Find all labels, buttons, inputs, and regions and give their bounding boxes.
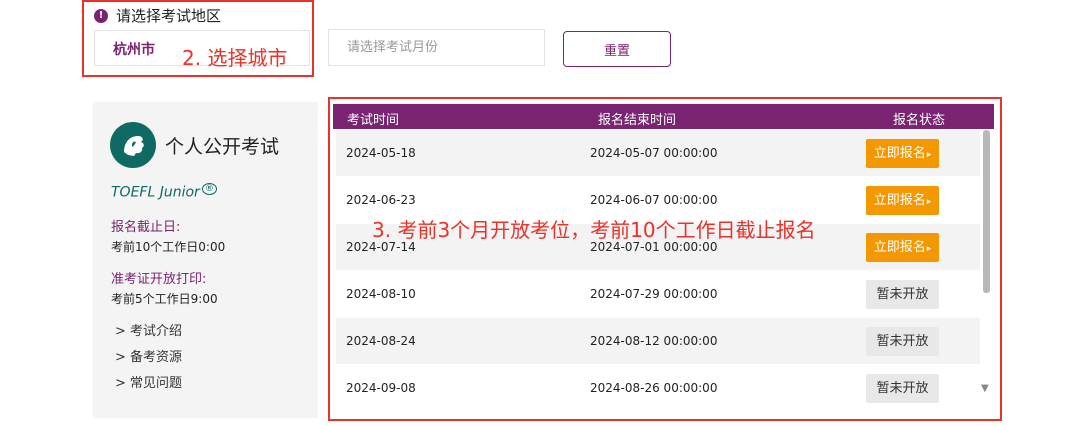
toefl-junior-logo-icon [110,122,156,168]
table-header: 考试时间 报名结束时间 报名状态 [333,104,994,129]
table-scrollbar[interactable] [983,130,990,293]
annotation-step-3: 3. 考前3个月开放考位，考前10个工作日截止报名 [372,218,816,242]
annotation-step-2: 2. 选择城市 [182,46,288,70]
city-select-value: 杭州市 [113,42,155,58]
panel-title: 个人公开考试 [165,136,280,158]
exam-date-cell: 2024-08-10 [346,287,416,301]
month-select[interactable] [328,29,545,66]
table-row: 2024-08-10 2024-07-29 00:00:00 暂未开放 [336,271,980,317]
table-row: 2024-09-08 2024-08-26 00:00:00 暂未开放 [336,365,980,411]
exam-date-cell: 2024-06-23 [346,193,416,207]
register-now-button[interactable]: 立即报名 [866,139,939,168]
region-warning: ! 请选择考试地区 [94,5,221,26]
product-name-text: TOEFL Junior [111,184,200,201]
header-registration-end: 报名结束时间 [598,113,677,128]
exam-date-cell: 2024-09-08 [346,381,416,395]
register-now-button[interactable]: 立即报名 [866,186,939,215]
ticket-print-value: 考前5个工作日9:00 [111,292,218,306]
not-open-badge: 暂未开放 [866,374,939,403]
header-status: 报名状态 [893,113,946,128]
header-exam-date: 考试时间 [347,113,400,128]
link-faq[interactable]: > 常见问题 [115,372,182,391]
table-row: 2024-05-18 2024-05-07 00:00:00 立即报名 [336,130,980,176]
end-time-cell: 2024-05-07 00:00:00 [590,146,718,160]
exam-info-panel: 个人公开考试 TOEFL Junior ® 报名截止日: 考前10个工作日0:00… [93,102,318,418]
not-open-badge: 暂未开放 [866,327,939,356]
deadline-value: 考前10个工作日0:00 [111,240,226,254]
table-row: 2024-08-24 2024-08-12 00:00:00 暂未开放 [336,318,980,364]
exam-date-cell: 2024-08-24 [346,334,416,348]
exclamation-icon: ! [94,8,108,23]
end-time-cell: 2024-08-26 00:00:00 [590,381,718,395]
ticket-print-label: 准考证开放打印: [111,272,207,287]
end-time-cell: 2024-07-29 00:00:00 [590,287,718,301]
scroll-down-arrow-icon[interactable]: ▼ [981,383,989,394]
register-now-button[interactable]: 立即报名 [866,233,939,262]
registered-mark: ® [201,183,217,195]
end-time-cell: 2024-06-07 00:00:00 [590,193,718,207]
product-name: TOEFL Junior ® [111,183,217,201]
not-open-badge: 暂未开放 [866,280,939,309]
link-exam-intro[interactable]: > 考试介绍 [115,320,182,339]
link-prep-resources[interactable]: > 备考资源 [115,346,182,365]
deadline-label: 报名截止日: [111,220,181,235]
reset-button[interactable]: 重置 [563,31,671,67]
end-time-cell: 2024-08-12 00:00:00 [590,334,718,348]
region-warning-text: 请选择考试地区 [116,7,222,25]
exam-date-cell: 2024-05-18 [346,146,416,160]
exam-registration-page: ! 请选择考试地区 杭州市 2. 选择城市 重置 个人公开考试 TOEFL Ju… [0,0,1080,426]
month-select-input[interactable] [329,30,544,65]
